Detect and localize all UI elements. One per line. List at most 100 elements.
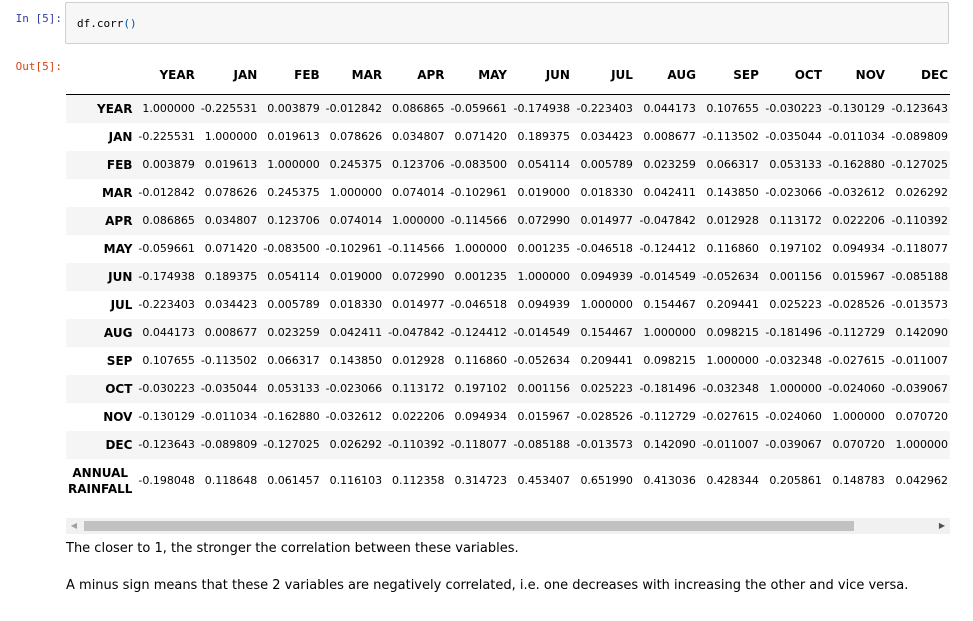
table-cell: 1.000000 xyxy=(895,438,949,451)
table-cell: -0.047842 xyxy=(388,326,445,339)
table-cell: 0.070720 xyxy=(895,410,949,423)
table-cell: 1.000000 xyxy=(643,326,696,339)
table-cell: -0.039067 xyxy=(891,382,948,395)
table-cell: -0.023066 xyxy=(765,186,822,199)
table-cell: -0.046518 xyxy=(576,242,633,255)
scroll-left-icon[interactable]: ◀ xyxy=(66,518,82,534)
table-cell: -0.089809 xyxy=(891,130,948,143)
table-cell: 0.003879 xyxy=(142,158,195,171)
table-cell: -0.052634 xyxy=(702,270,759,283)
table-cell: 1.000000 xyxy=(329,186,383,199)
table-cell: 0.413036 xyxy=(643,474,696,487)
table-cell: -0.011007 xyxy=(702,438,759,451)
table-cell: 0.018330 xyxy=(580,186,633,199)
row-label: JAN xyxy=(108,129,133,144)
table-row: OCT -0.030223 -0.035044 0.053133 -0.023066 0.… xyxy=(66,374,950,403)
table-cell: 0.074014 xyxy=(392,186,445,199)
table-cell: 0.053133 xyxy=(267,382,320,395)
column-header-year: YEAR xyxy=(134,56,197,95)
table-cell: -0.012842 xyxy=(325,102,383,116)
table-cell: -0.014549 xyxy=(639,270,696,283)
table-cell: -0.030223 xyxy=(765,102,822,116)
column-header-feb: FEB xyxy=(259,56,322,95)
table-cell: 0.209441 xyxy=(580,354,633,367)
table-cell: 0.025223 xyxy=(769,298,822,311)
table-cell: 0.044173 xyxy=(142,326,195,339)
table-cell: 1.000000 xyxy=(706,354,759,367)
table-row: JAN -0.225531 1.000000 0.019613 0.078626 0.03… xyxy=(66,123,950,151)
table-cell: -0.085188 xyxy=(891,270,948,283)
table-cell: 0.015967 xyxy=(832,270,885,283)
code-input-cell[interactable]: df.corr() xyxy=(65,2,949,44)
table-cell: 0.005789 xyxy=(580,158,633,171)
table-cell: -0.127025 xyxy=(891,158,948,171)
table-cell: 1.000000 xyxy=(267,158,320,171)
column-header-oct: OCT xyxy=(760,56,824,95)
table-cell: 0.066317 xyxy=(267,354,320,367)
table-cell: 0.074014 xyxy=(329,214,383,227)
table-cell: 0.116860 xyxy=(706,242,759,255)
table-cell: -0.028526 xyxy=(828,298,885,311)
table-cell: -0.181496 xyxy=(639,382,696,395)
table-cell: -0.123643 xyxy=(138,438,195,451)
table-cell: -0.113502 xyxy=(200,354,258,367)
table-cell: 0.086865 xyxy=(142,214,195,227)
table-cell: -0.047842 xyxy=(639,214,696,227)
table-cell: 0.098215 xyxy=(706,326,759,339)
scroll-thumb[interactable] xyxy=(84,521,854,531)
column-header-mar: MAR xyxy=(321,56,385,95)
table-cell: 0.053133 xyxy=(769,158,822,171)
table-cell: 0.025223 xyxy=(580,382,633,395)
table-row: JUL -0.223403 0.034423 0.005789 0.018330 0.01… xyxy=(66,291,950,319)
table-cell: -0.059661 xyxy=(450,102,507,116)
row-label-line: RAINFALL xyxy=(68,481,133,496)
column-header-may: MAY xyxy=(446,56,509,95)
table-cell: 0.078626 xyxy=(329,130,383,143)
table-cell: -0.124412 xyxy=(450,326,507,339)
row-label: OCT xyxy=(105,381,133,396)
row-label: JUL xyxy=(110,297,133,312)
table-cell: -0.011034 xyxy=(828,130,885,143)
table-cell: 0.034423 xyxy=(580,130,633,143)
correlation-table: YEAR JAN FEB MAR APR MAY JUN JUL AUG SEP OCT NOV DEC… xyxy=(66,56,950,503)
column-header-aug: AUG xyxy=(634,56,698,95)
table-cell: 0.019000 xyxy=(329,270,383,283)
table-cell: 0.189375 xyxy=(204,270,258,283)
table-cell: -0.162880 xyxy=(263,410,320,423)
column-header-jul: JUL xyxy=(571,56,635,95)
table-cell: -0.024060 xyxy=(828,382,885,395)
table-cell: -0.089809 xyxy=(200,438,258,451)
column-header-nov: NOV xyxy=(823,56,887,95)
table-cell: 0.094939 xyxy=(580,270,633,283)
table-cell: 0.428344 xyxy=(706,474,759,487)
table-cell: 0.061457 xyxy=(267,474,320,487)
horizontal-scrollbar[interactable]: ◀ ▶ xyxy=(66,518,950,534)
table-row: DEC -0.123643 -0.089809 -0.127025 0.026292 -0… xyxy=(66,430,950,459)
table-cell: 0.205861 xyxy=(769,474,822,487)
row-label: AUG xyxy=(103,325,133,340)
table-cell: 0.123706 xyxy=(392,158,445,171)
table-cell: -0.032348 xyxy=(702,382,759,395)
scroll-right-icon[interactable]: ▶ xyxy=(934,518,950,534)
table-cell: -0.130129 xyxy=(138,410,195,423)
table-cell: -0.024060 xyxy=(765,410,822,423)
code-text[interactable]: df.corr() xyxy=(77,17,137,30)
table-cell: 0.078626 xyxy=(204,186,258,199)
table-cell: -0.083500 xyxy=(450,158,507,171)
table-cell: 0.014977 xyxy=(580,214,633,227)
table-cell: 0.245375 xyxy=(329,158,383,171)
table-cell: -0.027615 xyxy=(702,410,759,423)
table-cell: 0.042411 xyxy=(643,186,696,199)
table-cell: 0.001156 xyxy=(517,382,570,395)
table-cell: 0.314723 xyxy=(454,474,507,487)
table-cell: 0.019613 xyxy=(267,130,320,143)
table-cell: -0.030223 xyxy=(138,382,195,395)
row-label: ANNUAL RAINFALL xyxy=(66,459,134,503)
header-corner xyxy=(66,56,135,95)
table-cell: 0.118648 xyxy=(204,474,258,487)
table-cell: -0.225531 xyxy=(200,102,258,116)
table-row: ANNUAL RAINFALL -0.198048 0.118648 0.061457 0… xyxy=(66,459,950,503)
table-cell: -0.013573 xyxy=(891,298,948,311)
table-cell: 0.094934 xyxy=(454,410,507,423)
table-cell: 0.034807 xyxy=(204,214,258,227)
